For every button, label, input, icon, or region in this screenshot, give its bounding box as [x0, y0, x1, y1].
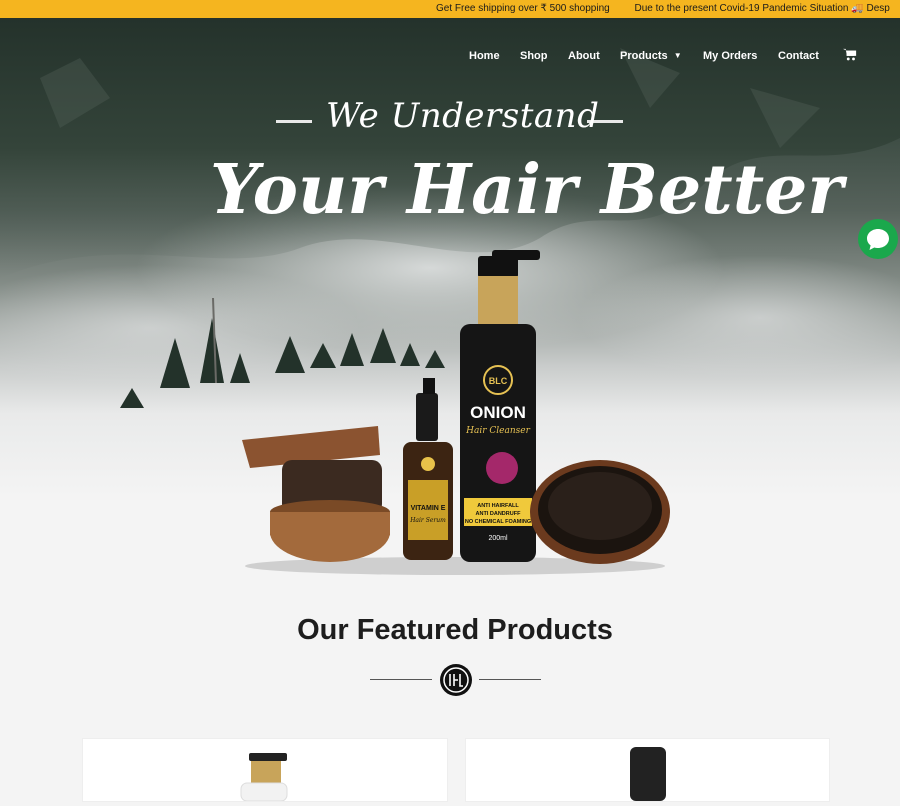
headline-dash-left	[276, 120, 312, 123]
nav-products-label: Products	[620, 50, 668, 62]
chevron-down-icon: ▼	[673, 51, 682, 61]
product-card[interactable]	[82, 738, 448, 802]
bottle-claim: ANTI HAIRFALL	[477, 503, 519, 509]
hero-tagline: We Understand	[326, 96, 600, 136]
nav-contact[interactable]: Contact	[778, 40, 819, 72]
main-navigation: Home Shop About Products ▼ My Orders Cont…	[0, 40, 900, 72]
serum-name: VITAMIN E	[411, 505, 446, 512]
onion-illustration	[486, 452, 518, 484]
bottle-claim: NO CHEMICAL FOAMING	[465, 519, 531, 525]
nav-my-orders[interactable]: My Orders	[703, 40, 757, 72]
nav-home[interactable]: Home	[469, 40, 500, 72]
divider-right	[479, 679, 541, 680]
product-thumbnail	[240, 753, 288, 802]
divider-left	[370, 679, 432, 680]
chat-button[interactable]	[858, 219, 898, 259]
nav-products[interactable]: Products ▼	[620, 40, 682, 72]
bottle-name: ONION	[470, 403, 526, 422]
ticker-track: Get Free shipping over ₹ 500 shopping Du…	[436, 0, 900, 18]
vitamin-e-serum-bottle: VITAMIN E Hair Serum	[403, 378, 453, 560]
product-thumbnail	[630, 747, 666, 801]
wooden-comb-stand	[242, 426, 390, 562]
cart-icon[interactable]	[843, 48, 857, 62]
onion-hair-cleanser-bottle: BLC ONION Hair Cleanser ANTI HAIRFALL AN…	[460, 250, 540, 562]
bottle-brand: BLC	[489, 376, 508, 386]
nav-about[interactable]: About	[568, 40, 600, 72]
bottle-subtitle: Hair Cleanser	[465, 426, 530, 436]
product-card[interactable]	[465, 738, 830, 802]
serum-subtitle: Hair Serum	[409, 517, 446, 524]
brand-emblem	[440, 664, 472, 696]
announcement-ticker: Get Free shipping over ₹ 500 shopping Du…	[0, 0, 900, 18]
nav-shop[interactable]: Shop	[520, 40, 548, 72]
ticker-item: Due to the present Covid-19 Pandemic Sit…	[634, 3, 890, 14]
bottle-volume: 200ml	[488, 535, 508, 542]
featured-products-title: Our Featured Products	[297, 614, 613, 646]
ticker-item: Get Free shipping over ₹ 500 shopping	[436, 3, 610, 14]
chat-bubble-icon	[867, 229, 889, 250]
bottle-claim: ANTI DANDRUFF	[476, 511, 522, 517]
hero-headline: Your Hair Better	[210, 150, 844, 230]
hair-brush	[530, 460, 670, 564]
hero-product-image: VITAMIN E Hair Serum BLC ONION Hair Clea…	[242, 250, 670, 575]
